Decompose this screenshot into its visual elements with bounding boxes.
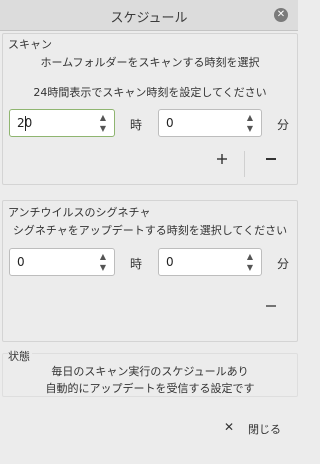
status-line-1: 毎日のスキャン実行のスケジュールあり [51, 365, 249, 378]
arrow-down-icon[interactable]: ▼ [98, 262, 108, 273]
toolbar-separator [244, 151, 245, 177]
title-bar: スケジュール ✕ [0, 0, 298, 31]
close-button-label: 閉じる [248, 423, 281, 436]
arrow-down-icon[interactable]: ▼ [245, 262, 255, 273]
update-minute-spinbox[interactable]: 0 ▲ ▼ [158, 248, 262, 276]
minus-icon [266, 158, 276, 160]
update-section: アンチウイルスのシグネチャ シグネチャをアップデートする時刻を選択してください … [2, 200, 298, 342]
scan-hour-unit: 時 [130, 118, 143, 132]
scan-minute-spinbox[interactable]: 0 ▲ ▼ [158, 109, 262, 137]
update-hour-value: 0 [17, 255, 25, 269]
minus-icon [266, 305, 276, 307]
status-section: 状態 毎日のスキャン実行のスケジュールあり 自動的にアップデートを受信する設定で… [2, 348, 298, 397]
update-minute-value: 0 [166, 255, 174, 269]
arrow-down-icon[interactable]: ▼ [98, 123, 108, 134]
scan-minute-unit: 分 [277, 118, 290, 132]
close-icon: ✕ [224, 420, 235, 434]
remove-update-button[interactable] [259, 296, 283, 320]
scan-description: ホームフォルダーをスキャンする時刻を選択 [40, 56, 260, 69]
arrow-up-icon[interactable]: ▲ [98, 251, 108, 262]
arrow-up-icon[interactable]: ▲ [98, 112, 108, 123]
scan-hint: 24時間表示でスキャン時刻を設定してください [33, 86, 267, 99]
text-cursor [25, 116, 26, 131]
update-description: シグネチャをアップデートする時刻を選択してください [12, 224, 288, 237]
add-schedule-button[interactable] [210, 152, 234, 176]
plus-icon [217, 154, 227, 164]
status-line-2: 自動的にアップデートを受信する設定です [45, 382, 255, 395]
window-title: スケジュール [110, 11, 188, 26]
scan-section: スキャン ホームフォルダーをスキャンする時刻を選択 24時間表示でスキャン時刻を… [2, 33, 298, 185]
status-heading: 状態 [8, 348, 32, 364]
scan-hour-spinbox[interactable]: 20 ▲ ▼ [9, 109, 115, 137]
arrow-up-icon[interactable]: ▲ [245, 112, 255, 123]
scan-minute-value: 0 [166, 116, 174, 130]
update-heading: アンチウイルスのシグネチャ [8, 206, 151, 219]
update-hour-spinbox[interactable]: 0 ▲ ▼ [9, 248, 115, 276]
arrow-up-icon[interactable]: ▲ [245, 251, 255, 262]
update-minute-unit: 分 [277, 257, 290, 271]
window-close-icon[interactable]: ✕ [274, 8, 288, 22]
arrow-down-icon[interactable]: ▼ [245, 123, 255, 134]
scan-heading: スキャン [8, 38, 52, 51]
update-hour-unit: 時 [130, 257, 143, 271]
remove-schedule-button[interactable] [259, 152, 283, 176]
